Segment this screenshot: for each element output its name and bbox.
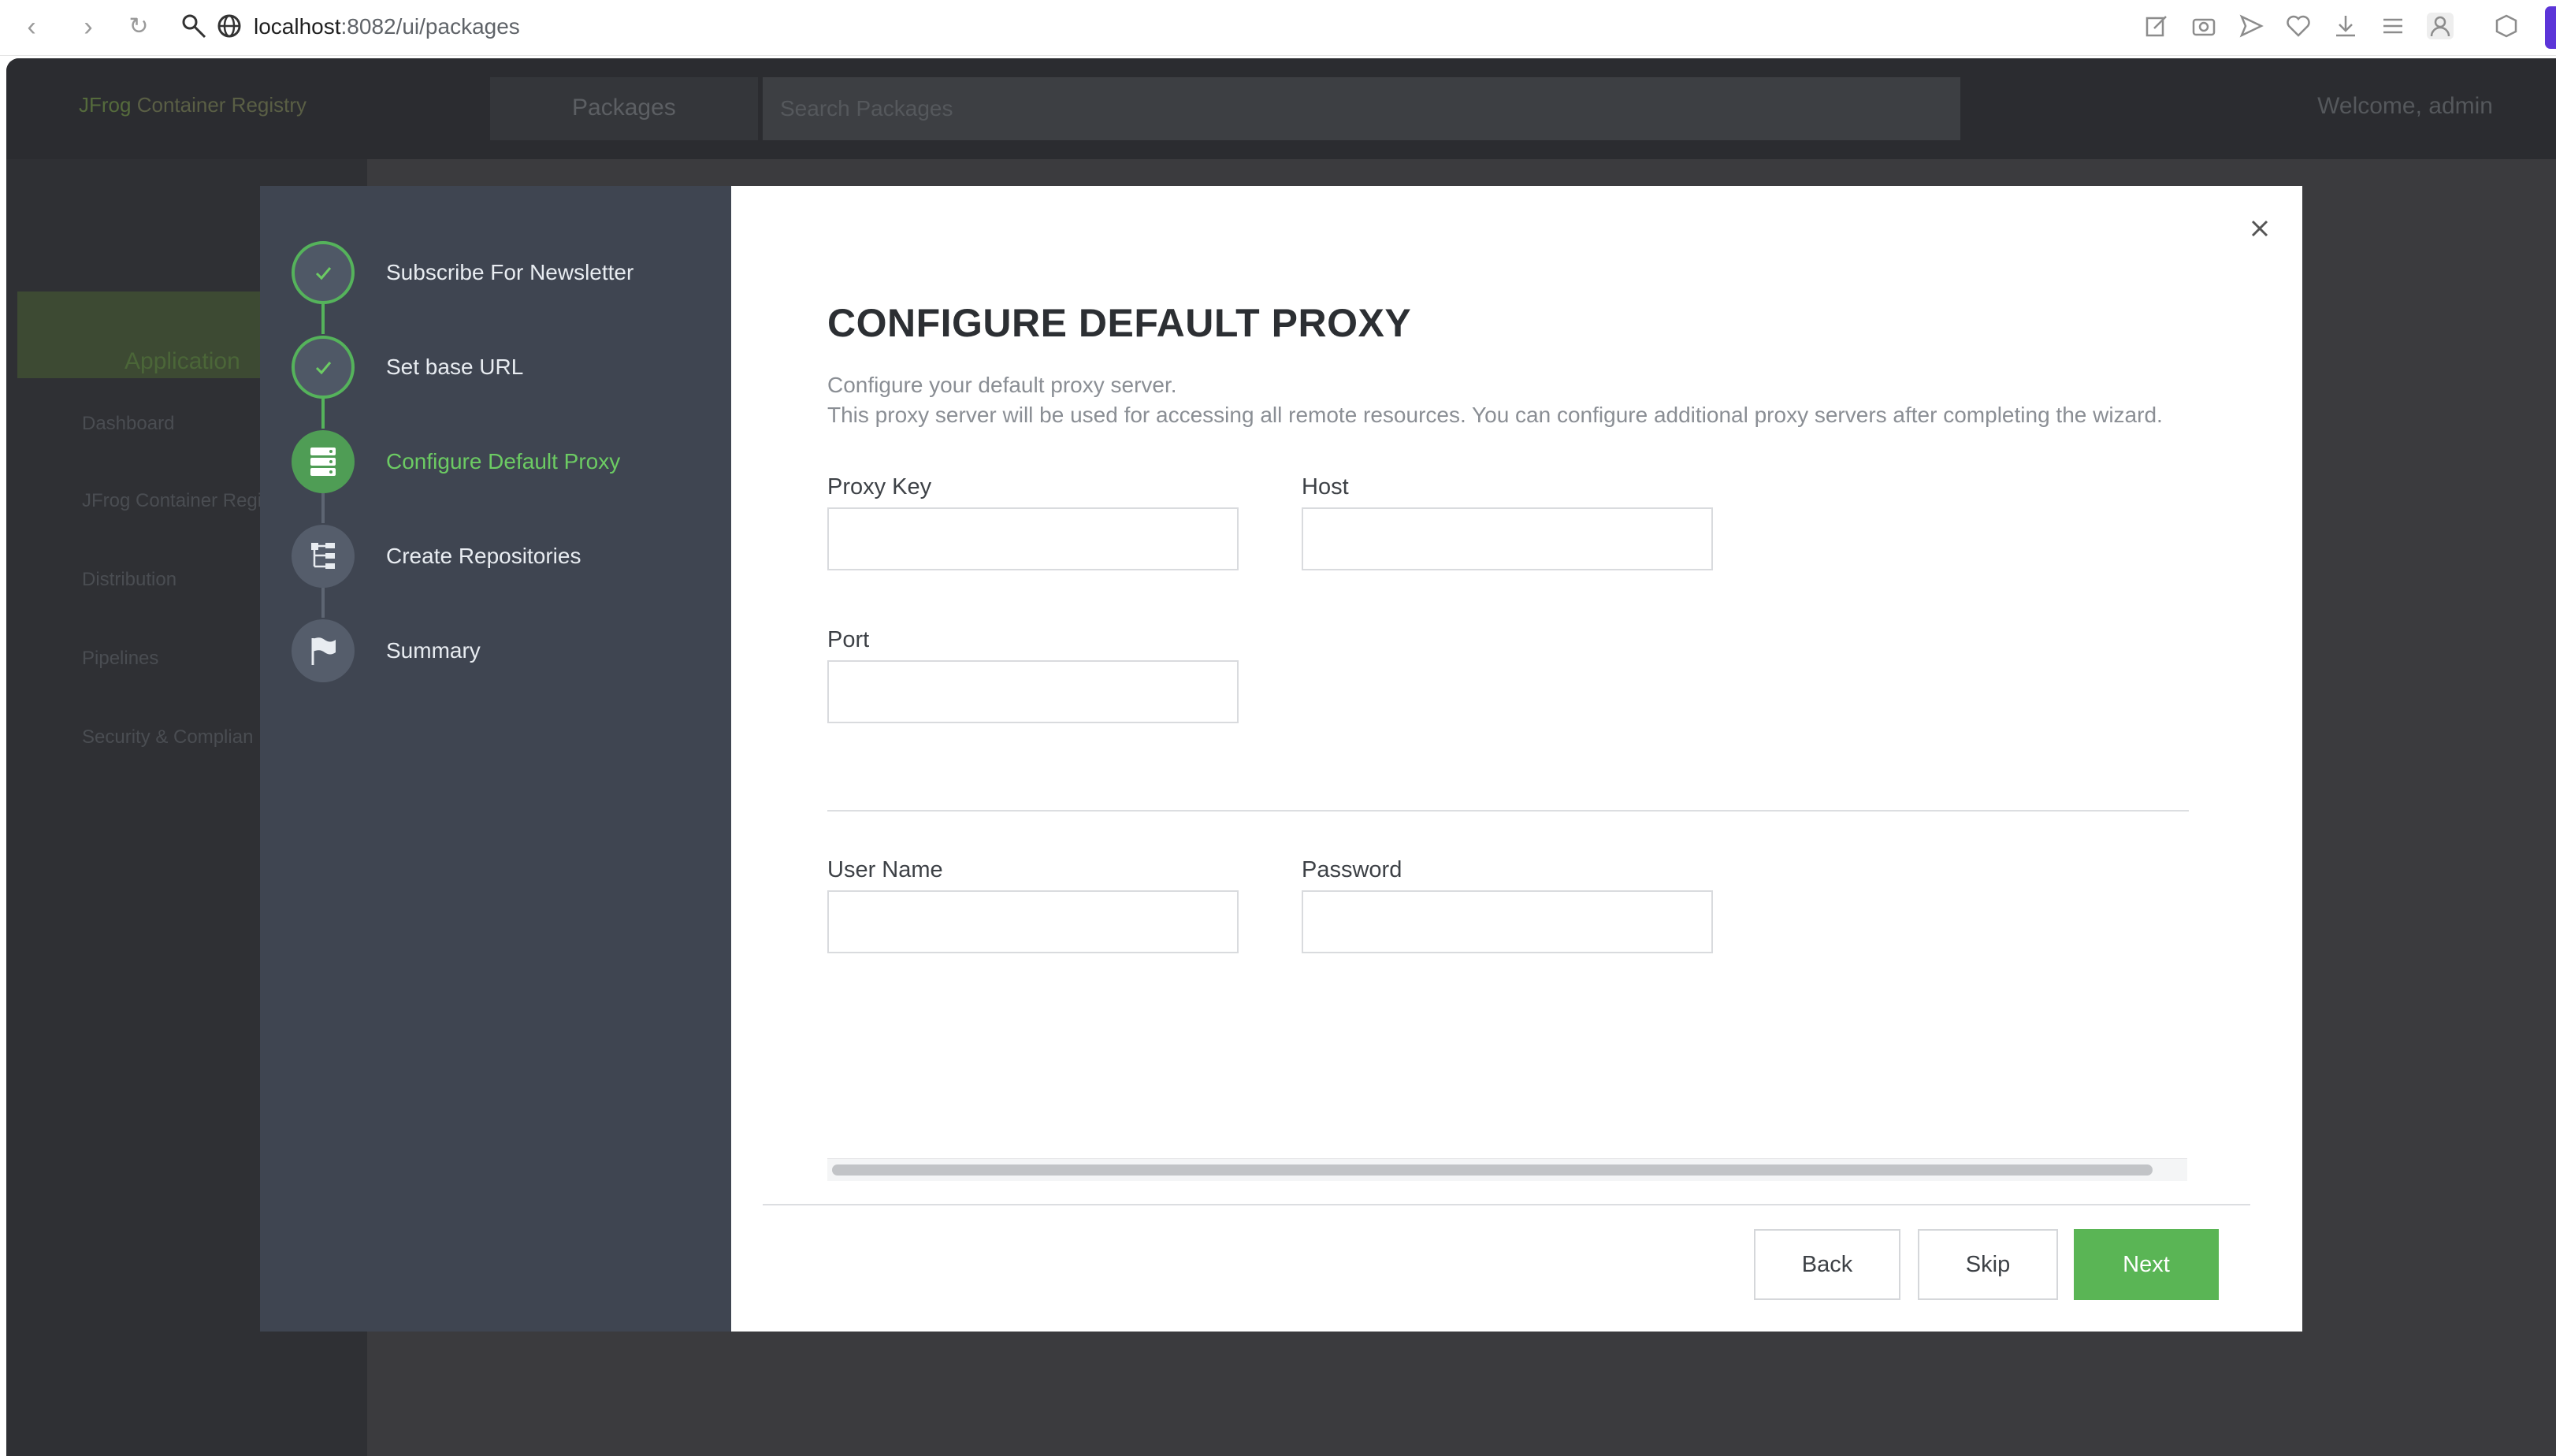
side-item-dashboard[interactable]: Dashboard xyxy=(82,413,174,435)
step-connector xyxy=(321,492,325,523)
wizard-step-create-repositories[interactable]: Create Repositories xyxy=(292,525,717,588)
camera-icon[interactable] xyxy=(2190,13,2217,39)
step-connector xyxy=(321,586,325,618)
scrollbar-thumb[interactable] xyxy=(832,1164,2153,1176)
step-label: Create Repositories xyxy=(386,544,581,568)
app-header: JFrog Container Registry Packages Search… xyxy=(6,58,2556,159)
host-label: Host xyxy=(1302,474,1349,500)
wizard-title: CONFIGURE DEFAULT PROXY xyxy=(827,301,1412,345)
send-icon[interactable] xyxy=(2238,13,2264,39)
server-icon xyxy=(292,430,355,493)
profile-icon[interactable] xyxy=(2427,13,2454,39)
sidebar-accent xyxy=(2545,6,2556,49)
browser-toolbar: ‹ › ↻ localhost:8082/ui/packages xyxy=(0,0,2556,56)
download-icon[interactable] xyxy=(2332,13,2359,39)
app-brand: JFrog Container Registry xyxy=(79,93,307,117)
site-settings-icon[interactable] xyxy=(180,11,210,41)
side-item-container-registry[interactable]: JFrog Container Regi xyxy=(82,490,262,512)
back-nav-icon[interactable]: ‹ xyxy=(14,9,49,44)
edit-icon[interactable] xyxy=(2143,13,2170,39)
description-line: This proxy server will be used for acces… xyxy=(827,403,2163,427)
section-divider xyxy=(827,810,2189,812)
next-button[interactable]: Next xyxy=(2074,1229,2219,1300)
check-icon xyxy=(292,336,355,399)
wizard-step-newsletter[interactable]: Subscribe For Newsletter xyxy=(292,241,717,304)
globe-icon xyxy=(214,11,244,41)
tree-icon xyxy=(292,525,355,588)
step-connector xyxy=(321,303,325,334)
close-icon[interactable] xyxy=(2242,211,2277,246)
step-label: Configure Default Proxy xyxy=(386,449,621,474)
wizard-description: Configure your default proxy server. Thi… xyxy=(827,370,2167,430)
package-search-placeholder: Search Packages xyxy=(780,96,953,121)
welcome-user-menu[interactable]: Welcome, admin xyxy=(2317,93,2493,120)
address-bar[interactable]: localhost:8082/ui/packages xyxy=(254,11,520,43)
forward-nav-icon[interactable]: › xyxy=(71,9,106,44)
check-icon xyxy=(292,241,355,304)
wizard-step-default-proxy[interactable]: Configure Default Proxy xyxy=(292,430,717,493)
menu-icon[interactable] xyxy=(2380,13,2406,39)
flag-icon xyxy=(292,619,355,682)
packages-label: Packages xyxy=(572,95,676,121)
skip-button[interactable]: Skip xyxy=(1918,1229,2058,1300)
host-input[interactable] xyxy=(1302,507,1713,570)
port-label: Port xyxy=(827,627,870,652)
proxy-key-label: Proxy Key xyxy=(827,474,932,500)
step-label: Set base URL xyxy=(386,355,524,379)
user-name-label: User Name xyxy=(827,857,943,882)
side-item-security[interactable]: Security & Complian xyxy=(82,726,253,748)
heart-icon[interactable] xyxy=(2285,13,2312,39)
wizard-step-base-url[interactable]: Set base URL xyxy=(292,336,717,399)
password-label: Password xyxy=(1302,857,1402,882)
proxy-key-input[interactable] xyxy=(827,507,1239,570)
extension-icon[interactable] xyxy=(2493,13,2520,39)
wizard-step-summary[interactable]: Summary xyxy=(292,619,717,682)
back-button[interactable]: Back xyxy=(1754,1229,1900,1300)
url-path: :8082/ui/packages xyxy=(340,14,520,39)
side-item-pipelines[interactable]: Pipelines xyxy=(82,648,158,670)
url-host: localhost xyxy=(254,14,341,39)
port-input[interactable] xyxy=(827,660,1239,723)
step-label: Summary xyxy=(386,638,481,663)
password-input[interactable] xyxy=(1302,890,1713,953)
user-name-input[interactable] xyxy=(827,890,1239,953)
description-line: Configure your default proxy server. xyxy=(827,373,1177,397)
step-connector xyxy=(321,397,325,429)
reload-icon[interactable]: ↻ xyxy=(121,9,156,44)
side-item-distribution[interactable]: Distribution xyxy=(82,569,176,591)
side-application-label: Application xyxy=(124,348,240,374)
footer-divider xyxy=(763,1204,2250,1205)
step-label: Subscribe For Newsletter xyxy=(386,260,634,284)
